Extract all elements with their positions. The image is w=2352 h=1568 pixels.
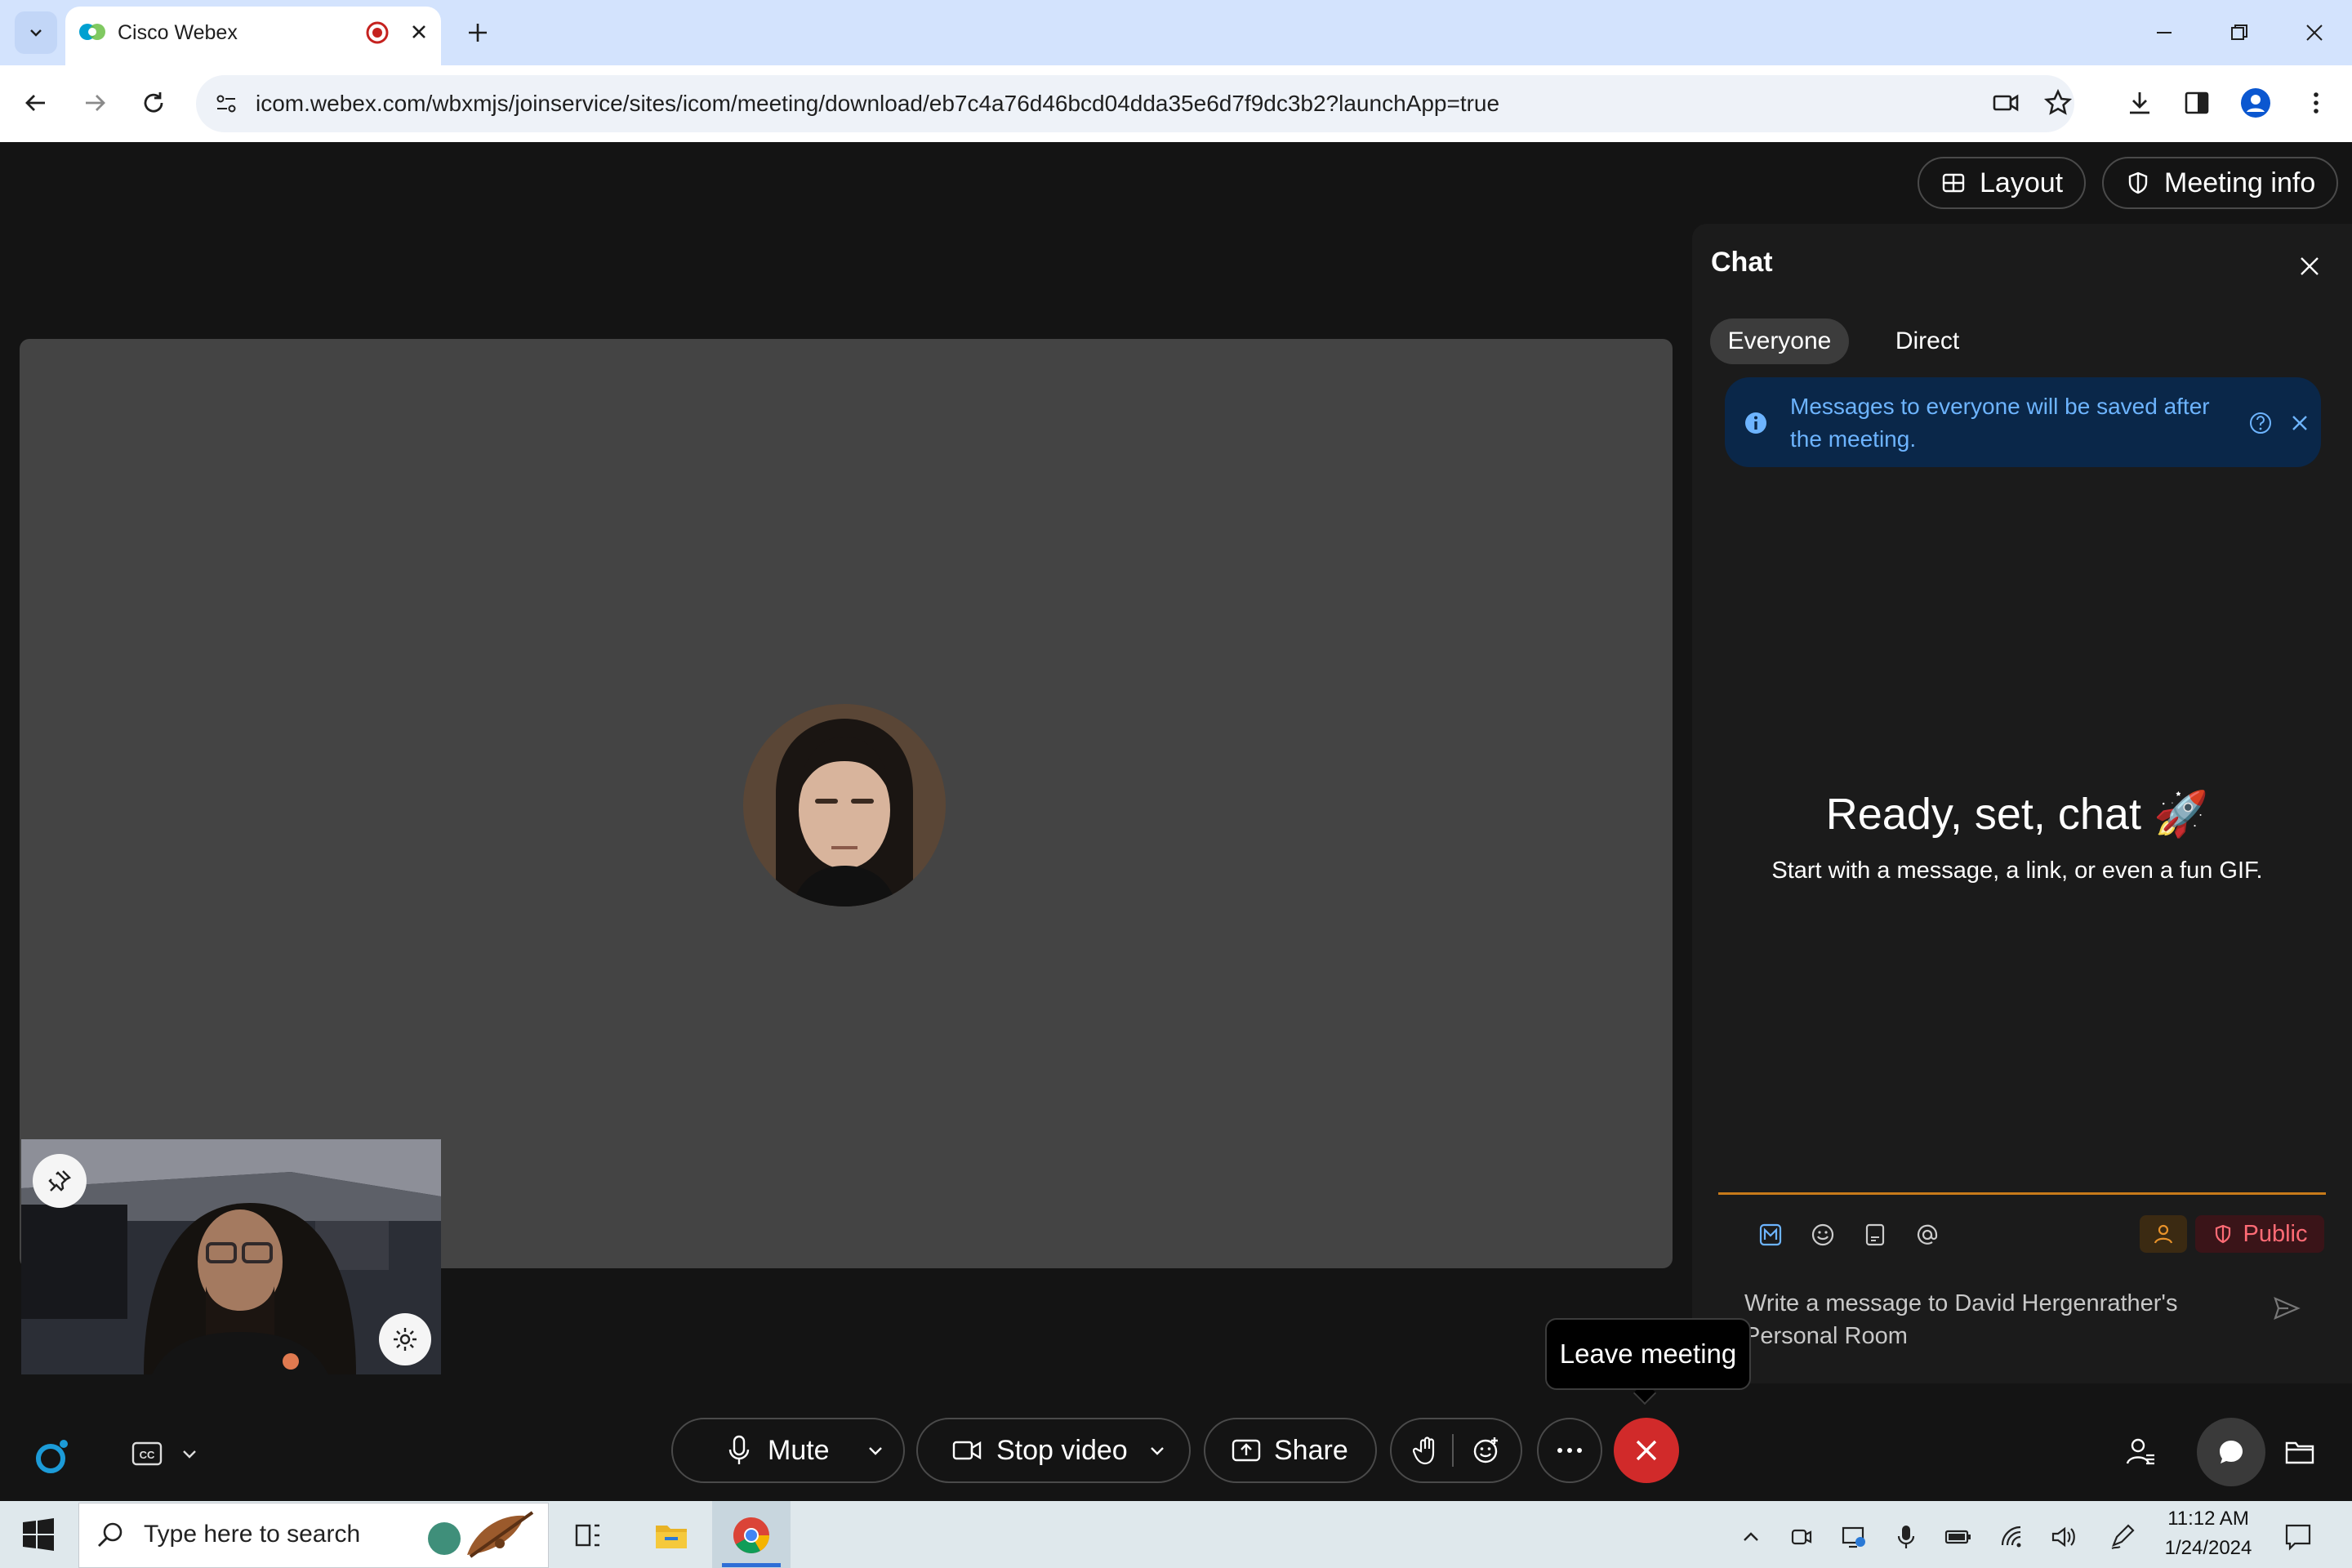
share-screen-icon — [1232, 1439, 1261, 1462]
active-app-underline — [722, 1563, 781, 1567]
layout-button[interactable]: Layout — [1918, 157, 2087, 209]
public-visibility-button[interactable]: Public — [2195, 1215, 2324, 1253]
chevron-down-icon — [30, 29, 42, 37]
microphone-icon — [728, 1435, 750, 1464]
divider — [1452, 1434, 1454, 1467]
meet-now-icon[interactable] — [1785, 1521, 1818, 1553]
windows-start-icon[interactable] — [20, 1516, 57, 1553]
chat-toggle-button[interactable] — [2197, 1418, 2265, 1486]
forward-icon[interactable] — [75, 83, 114, 122]
minimize-icon[interactable] — [2140, 13, 2189, 52]
gif-icon[interactable] — [1859, 1218, 1891, 1251]
tab-close-icon[interactable] — [407, 20, 431, 44]
tab-title: Cisco Webex — [118, 21, 238, 44]
search-placeholder[interactable]: Type here to search — [144, 1521, 360, 1548]
share-button[interactable]: Share — [1204, 1418, 1377, 1483]
help-icon[interactable] — [2247, 410, 2274, 436]
layout-label: Layout — [1980, 167, 2064, 198]
tab-everyone[interactable]: Everyone — [1710, 318, 1849, 364]
markdown-icon[interactable] — [1754, 1218, 1787, 1251]
public-label: Public — [2243, 1220, 2308, 1247]
mute-button[interactable]: Mute — [671, 1418, 905, 1483]
chrome-icon[interactable] — [727, 1511, 776, 1560]
file-explorer-icon[interactable] — [647, 1511, 696, 1560]
reaction-emoji-icon[interactable] — [1472, 1436, 1501, 1465]
bookmark-star-icon[interactable] — [2038, 83, 2078, 122]
meeting-info-button[interactable]: Meeting info — [2102, 157, 2339, 209]
stop-video-button[interactable]: Stop video — [916, 1418, 1191, 1483]
emoji-icon[interactable] — [1806, 1218, 1839, 1251]
raise-hand-icon[interactable] — [1413, 1435, 1441, 1466]
search-highlight-image — [421, 1508, 542, 1565]
chevron-down-icon[interactable] — [866, 1441, 885, 1460]
stop-video-label: Stop video — [996, 1434, 1128, 1466]
profile-avatar-icon[interactable] — [2236, 83, 2275, 122]
svg-text:CC: CC — [140, 1449, 155, 1461]
clock-date[interactable]: 1/24/2024 — [2156, 1537, 2261, 1560]
screen-capture-icon[interactable] — [1838, 1521, 1870, 1553]
reload-icon[interactable] — [134, 83, 173, 122]
participant-avatar[interactable] — [743, 704, 946, 906]
mute-label: Mute — [768, 1434, 830, 1466]
meeting-info-label: Meeting info — [2164, 167, 2316, 198]
privacy-person-icon[interactable] — [2140, 1215, 2187, 1253]
chat-empty-subtitle: Start with a message, a link, or even a … — [1771, 858, 2263, 884]
chevron-down-icon[interactable] — [1147, 1441, 1167, 1460]
clock-time[interactable]: 11:12 AM — [2156, 1508, 2261, 1530]
more-options-button[interactable] — [1537, 1418, 1602, 1483]
more-icon — [1557, 1448, 1582, 1453]
composer-divider — [1718, 1192, 2326, 1195]
restore-icon[interactable] — [2215, 13, 2264, 52]
info-icon — [1743, 410, 1769, 436]
closed-captions-icon[interactable]: CC — [122, 1434, 172, 1473]
browser-menu-icon[interactable] — [2296, 83, 2336, 122]
show-hidden-icons-icon[interactable] — [1735, 1521, 1767, 1553]
chat-bubble-icon — [2220, 1441, 2243, 1463]
settings-gear-icon[interactable] — [379, 1313, 431, 1365]
leave-meeting-tooltip: Leave meeting — [1545, 1318, 1751, 1390]
shield-icon — [2215, 1224, 2230, 1244]
mention-icon[interactable] — [1911, 1218, 1944, 1251]
shield-icon — [2128, 172, 2148, 194]
notice-text: Messages to everyone will be saved after… — [1790, 394, 2210, 452]
pen-icon[interactable] — [2105, 1521, 2138, 1553]
send-icon[interactable] — [2267, 1289, 2306, 1328]
network-icon[interactable] — [1996, 1521, 2029, 1553]
close-icon — [1636, 1440, 1657, 1461]
notice-close-icon[interactable] — [2287, 410, 2313, 436]
back-icon[interactable] — [16, 83, 56, 122]
webex-favicon-icon — [78, 20, 106, 44]
reactions-group — [1390, 1418, 1522, 1483]
camera-in-use-icon[interactable] — [1986, 83, 2025, 122]
files-folder-icon[interactable] — [2277, 1429, 2323, 1475]
close-icon[interactable] — [2292, 248, 2328, 284]
volume-icon[interactable] — [2047, 1521, 2079, 1553]
pin-icon[interactable] — [33, 1154, 87, 1208]
new-tab-icon[interactable] — [460, 15, 496, 51]
close-window-icon[interactable] — [2290, 13, 2339, 52]
site-info-icon[interactable] — [209, 87, 243, 121]
chat-title: Chat — [1711, 247, 1773, 278]
url-text[interactable]: icom.webex.com/wbxmjs/joinservice/sites/… — [256, 88, 1499, 119]
leave-meeting-button[interactable] — [1614, 1418, 1679, 1483]
chat-empty-title: Ready, set, chat 🚀 — [1825, 790, 2209, 839]
participants-icon[interactable] — [2118, 1429, 2164, 1475]
tab-direct[interactable]: Direct — [1870, 318, 1984, 364]
download-icon[interactable] — [2120, 83, 2159, 122]
microphone-in-use-icon[interactable] — [1890, 1521, 1922, 1553]
tab-search-button[interactable] — [15, 11, 57, 54]
share-label: Share — [1274, 1434, 1348, 1466]
chat-message-input[interactable]: Write a message to David Hergenrather's … — [1744, 1287, 2202, 1352]
chevron-down-icon[interactable] — [175, 1439, 204, 1468]
recording-indicator-icon — [364, 20, 390, 46]
video-camera-icon — [952, 1441, 982, 1460]
webex-logo-icon[interactable] — [29, 1434, 75, 1480]
grid-icon — [1942, 173, 1965, 193]
battery-icon[interactable] — [1942, 1521, 1975, 1553]
task-view-icon[interactable] — [564, 1511, 612, 1560]
side-panel-icon[interactable] — [2177, 83, 2216, 122]
notifications-icon[interactable] — [2278, 1517, 2318, 1557]
search-icon — [95, 1519, 127, 1552]
